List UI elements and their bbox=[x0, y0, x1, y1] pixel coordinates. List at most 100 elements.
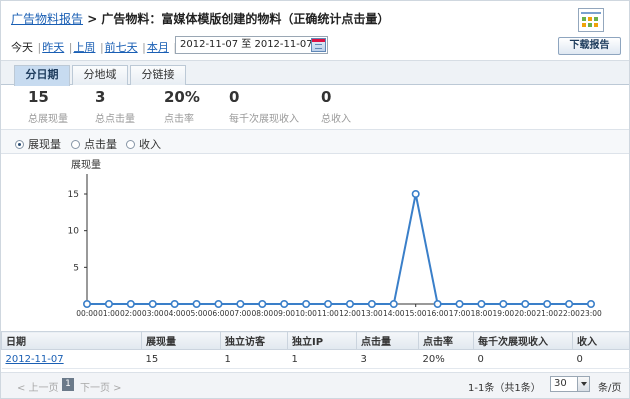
stat-label: 每千次展现收入 bbox=[229, 114, 299, 125]
prev-page-button[interactable]: < 上一页 bbox=[17, 379, 59, 394]
cell-unique-visitors: 1 bbox=[220, 349, 288, 369]
col-header-cpm-revenue[interactable]: 每千次展现收入 bbox=[473, 331, 573, 350]
stat-label: 总点击量 bbox=[95, 114, 135, 125]
data-point bbox=[367, 300, 376, 309]
data-point bbox=[324, 300, 333, 309]
quick-last-7-days[interactable]: 前七天 bbox=[105, 41, 138, 54]
data-point bbox=[192, 300, 201, 309]
x-tick-label: 16:00 bbox=[427, 309, 449, 318]
quick-this-month[interactable]: 本月 bbox=[147, 41, 169, 54]
table-row: 2012-11-07 15 1 1 3 20% 0 0 bbox=[1, 349, 630, 369]
stat-total-revenue: 0 总收入 bbox=[321, 88, 351, 125]
data-point bbox=[477, 300, 486, 309]
stat-label: 总收入 bbox=[321, 114, 351, 125]
cell-cpm-revenue: 0 bbox=[473, 349, 573, 369]
stat-cpm-revenue: 0 每千次展现收入 bbox=[229, 88, 299, 125]
chevron-down-icon[interactable] bbox=[577, 377, 589, 391]
data-point bbox=[345, 300, 354, 309]
data-point bbox=[565, 300, 574, 309]
x-tick-label: 06:00 bbox=[208, 309, 230, 318]
quick-last-week[interactable]: 上周 bbox=[73, 41, 95, 54]
x-tick-label: 20:00 bbox=[514, 309, 536, 318]
quick-today[interactable]: 今天 bbox=[11, 41, 33, 54]
page-size-select[interactable]: 30 bbox=[550, 376, 590, 392]
impressions-line-chart: 展现量 5 10 15 00:00 01:00 02:00 03:00 04:00 05:00 06… bbox=[68, 159, 602, 318]
x-tick-label: 19:00 bbox=[493, 309, 515, 318]
data-point bbox=[126, 300, 135, 309]
x-tick-label: 00:00 bbox=[76, 309, 98, 318]
data-point bbox=[433, 300, 442, 309]
quick-yesterday[interactable]: 昨天 bbox=[42, 41, 64, 54]
tab-by-link[interactable]: 分链接 bbox=[130, 65, 186, 85]
data-point bbox=[258, 300, 267, 309]
data-point bbox=[236, 300, 245, 309]
page-header: 广告物料报告 > 广告物料：富媒体模版创建的物料（正确统计点击量） 今天 |昨天… bbox=[1, 1, 629, 61]
data-point bbox=[521, 300, 530, 309]
col-header-clicks[interactable]: 点击量 bbox=[356, 331, 419, 350]
page-title: > 广告物料：富媒体模版创建的物料（正确统计点击量） bbox=[83, 12, 390, 26]
x-tick-label: 17:00 bbox=[449, 309, 471, 318]
x-tick-label: 09:00 bbox=[273, 309, 295, 318]
stat-total-impressions: 15 总展现量 bbox=[28, 88, 68, 125]
table-header-row: 日期 展现量 独立访客 独立IP 点击量 点击率 每千次展现收入 收入 bbox=[1, 331, 630, 350]
pagination: < 上一页 1 下一页 > 1-1条（共1条） 30 条/页 bbox=[1, 372, 629, 398]
col-header-impressions[interactable]: 展现量 bbox=[141, 331, 221, 350]
tab-by-region[interactable]: 分地域 bbox=[72, 65, 128, 85]
x-tick-label: 13:00 bbox=[361, 309, 383, 318]
x-tick-label: 14:00 bbox=[383, 309, 405, 318]
stat-value: 0 bbox=[229, 88, 240, 106]
data-point bbox=[280, 300, 289, 309]
page-size-value: 30 bbox=[554, 378, 567, 389]
metric-selector: 展现量 点击量 收入 bbox=[1, 129, 629, 154]
col-header-unique-ip[interactable]: 独立IP bbox=[287, 331, 357, 350]
stat-label: 点击率 bbox=[164, 114, 194, 125]
date-link[interactable]: 2012-11-07 bbox=[6, 354, 64, 365]
data-point bbox=[455, 300, 464, 309]
stat-value: 15 bbox=[28, 88, 49, 106]
x-tick-label: 02:00 bbox=[120, 309, 142, 318]
data-point bbox=[389, 300, 398, 309]
cell-clicks: 3 bbox=[356, 349, 419, 369]
stat-total-clicks: 3 总点击量 bbox=[95, 88, 135, 125]
x-tick-label: 05:00 bbox=[186, 309, 208, 318]
y-axis-label: 展现量 bbox=[71, 159, 101, 171]
stat-value: 20% bbox=[164, 88, 200, 106]
metric-radio-revenue[interactable]: 收入 bbox=[126, 136, 161, 152]
data-point bbox=[214, 300, 223, 309]
col-header-date[interactable]: 日期 bbox=[1, 331, 142, 350]
next-page-button[interactable]: 下一页 > bbox=[80, 379, 122, 394]
stat-label: 总展现量 bbox=[28, 114, 68, 125]
col-header-ctr[interactable]: 点击率 bbox=[418, 331, 474, 350]
page-size-unit: 条/页 bbox=[598, 383, 622, 394]
data-point bbox=[543, 300, 552, 309]
metric-radio-clicks[interactable]: 点击量 bbox=[71, 136, 117, 152]
download-report-button[interactable]: 下载报告 bbox=[558, 37, 621, 55]
date-range-input[interactable]: 2012-11-07 至 2012-11-07 bbox=[175, 36, 328, 54]
x-tick-label: 18:00 bbox=[471, 309, 493, 318]
series-line bbox=[87, 193, 591, 305]
current-page[interactable]: 1 bbox=[62, 378, 74, 391]
x-tick-label: 04:00 bbox=[164, 309, 186, 318]
x-tick-label: 03:00 bbox=[142, 309, 164, 318]
x-tick-label: 10:00 bbox=[295, 309, 317, 318]
stat-ctr: 20% 点击率 bbox=[164, 88, 200, 125]
metric-label: 收入 bbox=[139, 138, 161, 151]
metric-label: 点击量 bbox=[84, 138, 117, 151]
quick-date-links: 今天 |昨天 |上周 |前七天 |本月 |上月 bbox=[11, 39, 200, 55]
data-point bbox=[302, 300, 311, 309]
tab-by-date[interactable]: 分日期 bbox=[14, 65, 70, 86]
col-header-unique-visitors[interactable]: 独立访客 bbox=[220, 331, 288, 350]
data-point bbox=[499, 300, 508, 309]
col-header-revenue[interactable]: 收入 bbox=[572, 331, 630, 350]
calendar-icon[interactable] bbox=[311, 38, 326, 52]
data-point bbox=[104, 300, 113, 309]
radio-checked-icon bbox=[15, 139, 24, 149]
metric-radio-impressions[interactable]: 展现量 bbox=[15, 136, 61, 152]
x-tick-label: 11:00 bbox=[317, 309, 339, 318]
cell-revenue: 0 bbox=[572, 349, 630, 369]
x-tick-label: 01:00 bbox=[98, 309, 120, 318]
breadcrumb-link-material-report[interactable]: 广告物料报告 bbox=[11, 12, 83, 26]
x-tick-label: 21:00 bbox=[536, 309, 558, 318]
x-tick-label: 15:00 bbox=[405, 309, 427, 318]
x-tick-label: 12:00 bbox=[339, 309, 361, 318]
